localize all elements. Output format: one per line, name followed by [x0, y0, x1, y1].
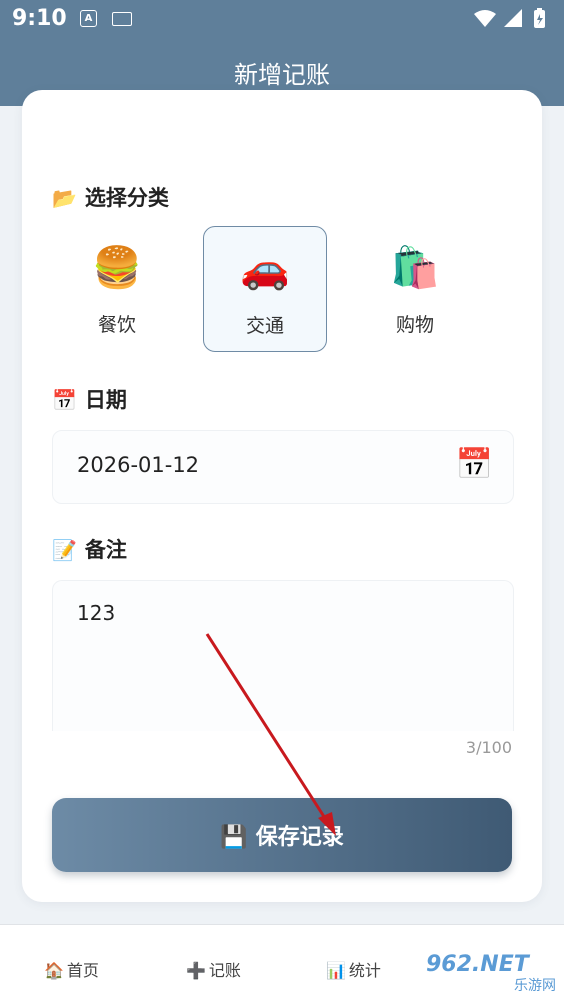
bottom-tab-bar: 🏠 首页 ➕ 记账 📊 统计 962.NET 乐游网 — [0, 924, 564, 1005]
calendar-icon: 📅 — [52, 388, 77, 412]
category-label: 购物 — [395, 314, 434, 336]
note-value: 123 — [77, 601, 116, 625]
keyboard-icon — [112, 12, 132, 26]
date-section-title: 📅 日期 — [52, 384, 127, 414]
category-item-transport[interactable]: 🚗 交通 — [203, 226, 327, 352]
category-item-dining[interactable]: 🍔 餐饮 — [56, 226, 178, 350]
page-title: 新增记账 — [234, 61, 330, 89]
date-title-label: 日期 — [84, 388, 127, 412]
calendar-picker-icon[interactable]: 📅 — [456, 447, 493, 482]
note-title-label: 备注 — [84, 538, 127, 562]
folder-icon: 📂 — [52, 186, 77, 210]
note-textarea[interactable]: 123 — [52, 580, 514, 731]
save-button[interactable]: 💾 保存记录 — [52, 798, 512, 872]
burger-icon: 🍔 — [92, 245, 142, 291]
category-label: 交通 — [245, 315, 284, 337]
plus-icon: ➕ — [186, 961, 206, 980]
category-title-label: 选择分类 — [84, 186, 169, 210]
keyboard-a-icon: A — [80, 10, 97, 27]
watermark-top: 962.NET — [426, 952, 529, 977]
shopping-bag-icon: 🛍️ — [390, 245, 440, 291]
date-field[interactable]: 2026-01-12 📅 — [52, 430, 514, 504]
bar-chart-icon: 📊 — [326, 961, 346, 980]
category-label: 餐饮 — [97, 314, 136, 336]
date-value: 2026-01-12 — [77, 453, 200, 477]
tab-home[interactable]: 🏠 首页 — [44, 957, 99, 981]
floppy-disk-icon: 💾 — [220, 824, 248, 849]
house-icon: 🏠 — [44, 961, 64, 980]
category-section-title: 📂 选择分类 — [52, 182, 169, 212]
watermark-logo: 962.NET 乐游网 — [426, 953, 556, 997]
tab-label: 记账 — [208, 961, 241, 980]
status-icons — [472, 8, 552, 34]
status-bar: 9:10 A — [0, 0, 564, 36]
note-section-title: 📝 备注 — [52, 534, 127, 564]
note-char-count: 3/100 — [465, 738, 512, 757]
tab-label: 统计 — [348, 961, 381, 980]
watermark-bottom: 乐游网 — [514, 978, 556, 994]
tab-record[interactable]: ➕ 记账 — [186, 957, 241, 981]
tab-stats[interactable]: 📊 统计 — [326, 957, 381, 981]
wifi-icon — [474, 10, 496, 27]
status-time: 9:10 — [12, 6, 67, 31]
car-icon: 🚗 — [240, 246, 290, 292]
battery-icon — [534, 8, 545, 28]
signal-icon — [504, 9, 522, 27]
memo-icon: 📝 — [52, 538, 77, 562]
form-card: 📂 选择分类 🍔 餐饮 🚗 交通 🛍️ 购物 📅 日期 2026-01-12 📅 📝… — [22, 90, 542, 902]
save-button-label: 保存记录 — [255, 824, 344, 849]
category-item-shopping[interactable]: 🛍️ 购物 — [354, 226, 476, 350]
tab-label: 首页 — [66, 961, 99, 980]
